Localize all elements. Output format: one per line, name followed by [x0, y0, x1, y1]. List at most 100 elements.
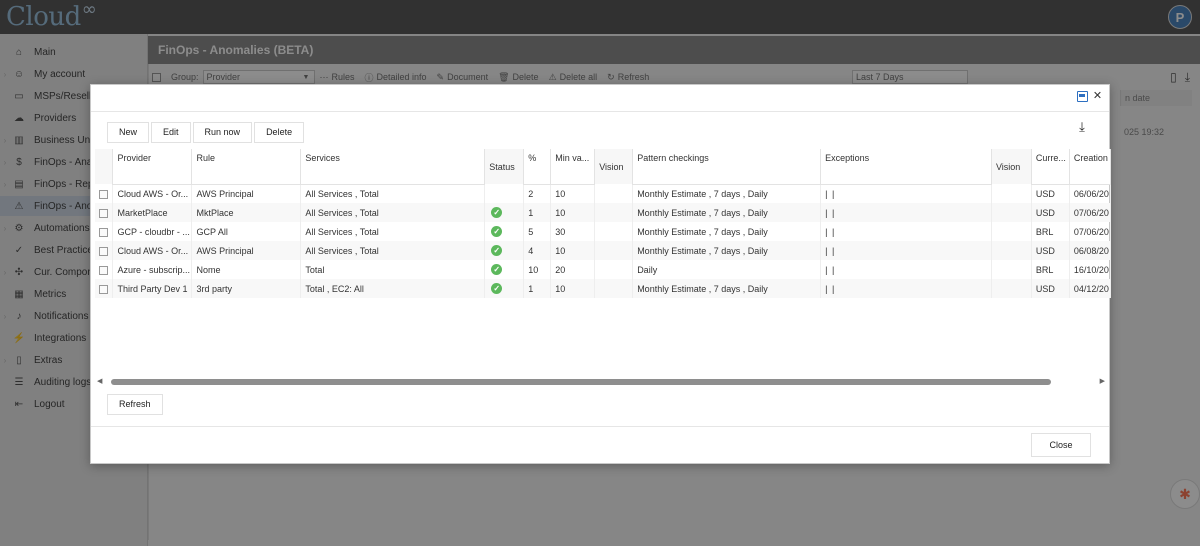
column-vision-2[interactable]: Vision [991, 149, 1032, 184]
cell-vision [594, 241, 634, 260]
cell-rule: AWS Principal [191, 241, 302, 260]
column-pattern[interactable]: Pattern checkings [632, 149, 822, 167]
cell-status: ✓ [484, 279, 525, 298]
table-row[interactable]: Cloud AWS - Or... AWS Principal All Servic… [95, 184, 1111, 203]
row-checkbox[interactable] [95, 184, 114, 203]
status-ok-icon: ✓ [491, 264, 503, 276]
cell-rule: Nome [191, 260, 302, 279]
cell-currency: BRL [1031, 222, 1070, 241]
row-checkbox[interactable] [95, 241, 114, 260]
cell-vision2 [991, 241, 1032, 260]
cell-vision2 [991, 222, 1032, 241]
download-icon[interactable]: ⤓ [1069, 119, 1095, 141]
cell-vision [594, 203, 634, 222]
cell-min-value: 30 [550, 222, 596, 241]
cell-status [484, 184, 525, 203]
column-rule[interactable]: Rule [191, 149, 302, 167]
cell-currency: USD [1031, 203, 1070, 222]
table-row[interactable]: MarketPlace MktPlace All Services , Total ✓… [95, 203, 1111, 222]
cell-currency: BRL [1031, 260, 1070, 279]
cell-services: Total , EC2: All [300, 279, 486, 298]
cell-vision [594, 279, 634, 298]
table-row[interactable]: GCP - cloudbr - ... GCP All All Services ,… [95, 222, 1111, 241]
edit-button[interactable]: Edit [151, 122, 191, 143]
cell-percent: 1 [523, 279, 552, 298]
cell-creation: 06/08/20 [1069, 241, 1111, 260]
cell-exceptions: | | [820, 279, 992, 298]
cell-pattern: Monthly Estimate , 7 days , Daily [632, 241, 822, 260]
column-provider[interactable]: Provider [112, 149, 193, 167]
cell-min-value: 10 [550, 241, 596, 260]
column-min-value[interactable]: Min va... [550, 149, 596, 167]
scroll-right-icon[interactable]: ▶ [1100, 377, 1105, 387]
cell-exceptions: | | [820, 260, 992, 279]
row-checkbox[interactable] [95, 222, 114, 241]
column-percent[interactable]: % [523, 149, 552, 167]
cell-currency: USD [1031, 241, 1070, 260]
column-exceptions[interactable]: Exceptions [820, 149, 992, 167]
cell-percent: 5 [523, 222, 552, 241]
rules-grid: Provider Rule Services Status % Min va..… [95, 149, 1111, 381]
cell-services: All Services , Total [300, 241, 486, 260]
status-ok-icon: ✓ [491, 207, 503, 219]
column-vision[interactable]: Vision [594, 149, 634, 184]
select-all-header[interactable] [95, 149, 114, 184]
cell-creation: 16/10/20 [1069, 260, 1111, 279]
cell-status: ✓ [484, 260, 525, 279]
cell-creation: 04/12/20 [1069, 279, 1111, 298]
rules-modal: ✕ New Edit Run now Delete ⤓ Provider Rul… [90, 84, 1111, 464]
cell-exceptions: | | [820, 184, 992, 203]
cell-rule: AWS Principal [191, 184, 302, 203]
horizontal-scrollbar[interactable]: ◀ ▶ [95, 377, 1107, 387]
refresh-button[interactable]: Refresh [107, 394, 163, 415]
cell-provider: Cloud AWS - Or... [112, 241, 193, 260]
delete-button[interactable]: Delete [254, 122, 305, 143]
scrollbar-thumb[interactable] [111, 379, 1051, 385]
cell-rule: MktPlace [191, 203, 302, 222]
cell-status: ✓ [484, 222, 525, 241]
maximize-icon[interactable] [1077, 91, 1088, 102]
cell-services: All Services , Total [300, 203, 486, 222]
cell-currency: USD [1031, 184, 1070, 203]
cell-currency: USD [1031, 279, 1070, 298]
cell-services: All Services , Total [300, 184, 486, 203]
new-button[interactable]: New [107, 122, 150, 143]
cell-min-value: 10 [550, 203, 596, 222]
column-status[interactable]: Status [484, 149, 525, 184]
cell-pattern: Monthly Estimate , 7 days , Daily [632, 203, 822, 222]
table-row[interactable]: Third Party Dev 1 3rd party Total , EC2: A… [95, 279, 1111, 298]
cell-vision2 [991, 260, 1032, 279]
cell-services: All Services , Total [300, 222, 486, 241]
run-now-button[interactable]: Run now [192, 122, 253, 143]
table-row[interactable]: Azure - subscrip... Nome Total ✓ 10 20 Daily | … [95, 260, 1111, 279]
cell-pattern: Daily [632, 260, 822, 279]
status-ok-icon: ✓ [491, 226, 503, 238]
cell-percent: 10 [523, 260, 552, 279]
status-ok-icon: ✓ [491, 283, 503, 295]
table-row[interactable]: Cloud AWS - Or... AWS Principal All Servic… [95, 241, 1111, 260]
cell-percent: 1 [523, 203, 552, 222]
column-currency[interactable]: Curre... [1031, 149, 1070, 167]
cell-vision [594, 260, 634, 279]
cell-exceptions: | | [820, 222, 992, 241]
cell-exceptions: | | [820, 203, 992, 222]
cell-creation: 06/06/20 [1069, 184, 1111, 203]
cell-status: ✓ [484, 203, 525, 222]
row-checkbox[interactable] [95, 203, 114, 222]
cell-creation: 07/06/20 [1069, 203, 1111, 222]
cell-provider: Third Party Dev 1 [112, 279, 193, 298]
cell-vision [594, 222, 634, 241]
row-checkbox[interactable] [95, 260, 114, 279]
row-checkbox[interactable] [95, 279, 114, 298]
cell-rule: GCP All [191, 222, 302, 241]
cell-services: Total [300, 260, 486, 279]
cell-pattern: Monthly Estimate , 7 days , Daily [632, 279, 822, 298]
cell-percent: 2 [523, 184, 552, 203]
close-icon[interactable]: ✕ [1092, 91, 1103, 102]
scroll-left-icon[interactable]: ◀ [97, 377, 102, 387]
cell-exceptions: | | [820, 241, 992, 260]
close-button[interactable]: Close [1031, 433, 1091, 457]
column-creation[interactable]: Creation [1069, 149, 1111, 167]
column-services[interactable]: Services [300, 149, 486, 167]
cell-pattern: Monthly Estimate , 7 days , Daily [632, 184, 822, 203]
